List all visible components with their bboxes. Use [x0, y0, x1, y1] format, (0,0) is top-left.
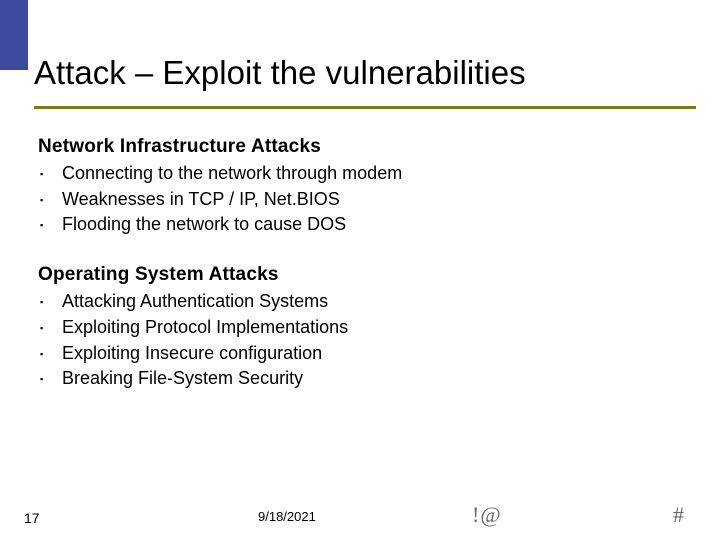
slide-title: Attack – Exploit the vulnerabilities	[34, 54, 696, 92]
section2-heading: Operating System Attacks	[38, 264, 680, 286]
section1-heading: Network Infrastructure Attacks	[38, 136, 680, 158]
title-underline	[34, 106, 696, 109]
sidebar-accent	[0, 0, 28, 70]
title-area: Attack – Exploit the vulnerabilities	[34, 54, 696, 109]
footer-symbol-1: !@	[472, 502, 502, 528]
slide: Attack – Exploit the vulnerabilities Net…	[0, 0, 720, 540]
list-item: Weaknesses in TCP / IP, Net.BIOS	[62, 187, 680, 213]
section1-list: Connecting to the network through modem …	[38, 161, 680, 238]
page-number: 17	[24, 510, 40, 526]
content-area: Network Infrastructure Attacks Connectin…	[38, 136, 680, 392]
list-item: Exploiting Insecure configuration	[62, 341, 680, 367]
list-item: Exploiting Protocol Implementations	[62, 315, 680, 341]
list-item: Flooding the network to cause DOS	[62, 212, 680, 238]
footer-symbol-2: #	[673, 502, 684, 528]
section2-list: Attacking Authentication Systems Exploit…	[38, 289, 680, 392]
list-item: Connecting to the network through modem	[62, 161, 680, 187]
list-item: Attacking Authentication Systems	[62, 289, 680, 315]
list-item: Breaking File-System Security	[62, 366, 680, 392]
footer: 17 9/18/2021 !@ #	[0, 502, 720, 530]
footer-date: 9/18/2021	[258, 509, 316, 524]
